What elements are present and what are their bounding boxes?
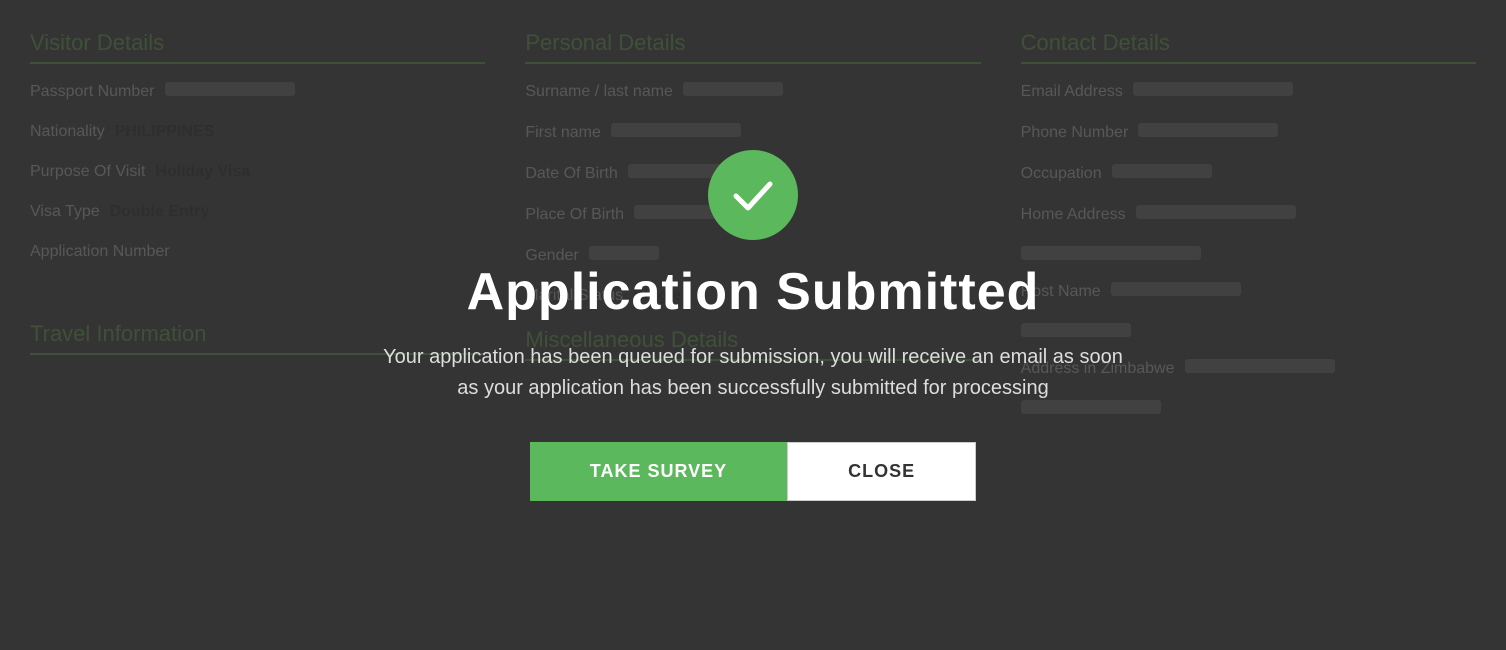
success-icon-circle — [708, 150, 798, 240]
modal-button-row: TAKE SURVEY CLOSE — [530, 442, 976, 501]
modal-title: Application Submitted — [467, 262, 1040, 322]
modal-message: Your application has been queued for sub… — [373, 342, 1133, 404]
take-survey-button[interactable]: TAKE SURVEY — [530, 442, 787, 501]
submission-modal: Application Submitted Your application h… — [0, 0, 1506, 650]
checkmark-icon — [728, 170, 778, 220]
close-button[interactable]: CLOSE — [787, 442, 976, 501]
